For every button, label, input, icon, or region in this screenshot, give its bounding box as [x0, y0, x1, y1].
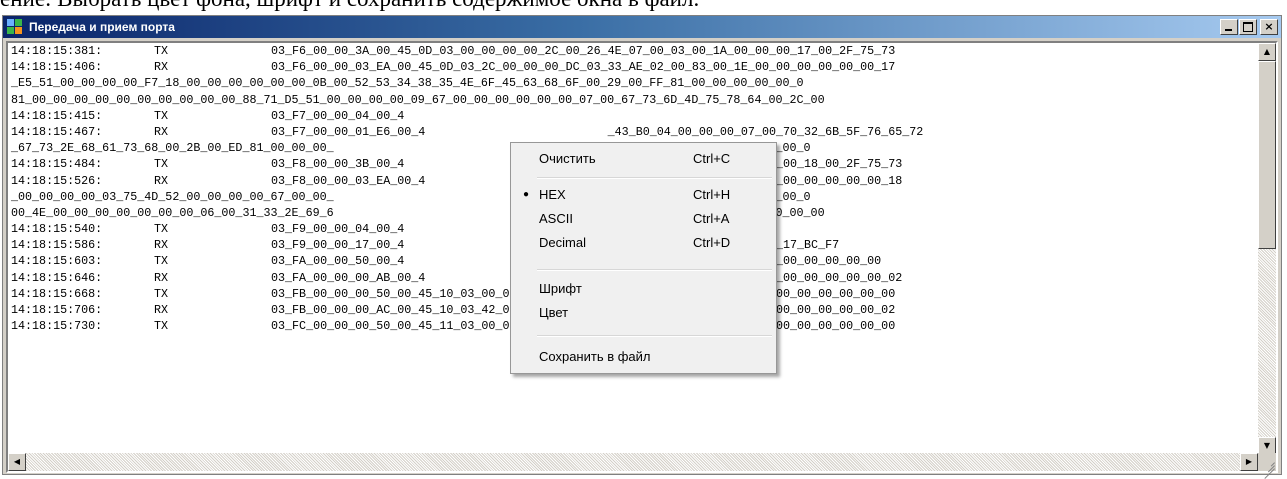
log-bytes: 03_F7_00_00_01_E6_00_4 _43_B0_04_00_00_0…: [271, 124, 924, 139]
menu-item-shortcut: Ctrl+A: [693, 211, 730, 226]
log-bytes: 81_00_00_00_00_00_00_00_00_00_00_88_71_D…: [11, 92, 825, 107]
log-timestamp: 14:18:15:540:: [11, 222, 103, 237]
menu-item-label: Сохранить в файл: [539, 349, 651, 364]
log-timestamp: 14:18:15:646:: [11, 270, 103, 285]
menu-item-color[interactable]: Цвет: [513, 301, 772, 325]
log-continuation: _E5_51_00_00_00_00_F7_18_00_00_00_00_00_…: [8, 75, 1258, 91]
menu-item-label: ASCII: [539, 211, 573, 226]
scroll-right-button[interactable]: ▶: [1240, 453, 1258, 471]
menu-item-label: Очистить: [539, 151, 596, 166]
log-bytes: 03_F6_00_00_03_EA_00_45_0D_03_2C_00_00_0…: [271, 60, 896, 75]
close-icon: ×: [1264, 20, 1274, 33]
log-direction: RX: [154, 173, 169, 188]
scroll-thumb[interactable]: [1258, 61, 1276, 249]
menu-item-label: Цвет: [539, 305, 569, 320]
close-button[interactable]: ×: [1260, 19, 1278, 35]
log-direction: TX: [154, 222, 169, 237]
log-timestamp: 14:18:15:706:: [11, 303, 103, 317]
window-title: Передача и прием порта: [29, 20, 175, 34]
log-direction: TX: [154, 319, 169, 334]
log-timestamp: 14:18:15:730:: [11, 319, 103, 334]
document-caption: ение: Выбрать цвет фона, шрифт и сохрани…: [0, 0, 1287, 11]
log-entry: 14:18:15:415: TX 03_F7_00_00_04_00_4: [8, 108, 1258, 124]
menu-item-ascii[interactable]: ASCII Ctrl+A: [513, 207, 772, 231]
vertical-scrollbar[interactable]: ▲ ▼: [1258, 43, 1276, 455]
menu-item-label: Decimal: [539, 235, 586, 250]
log-timestamp: 14:18:15:603:: [11, 254, 103, 269]
log-timestamp: 14:18:15:467:: [11, 124, 103, 139]
menu-separator: [537, 177, 772, 179]
log-timestamp: 14:18:15:406:: [11, 60, 103, 75]
menu-item-clear[interactable]: Очистить Ctrl+C: [513, 147, 772, 171]
log-timestamp: 14:18:15:415:: [11, 108, 103, 123]
log-timestamp: 14:18:15:484:: [11, 157, 103, 172]
menu-item-shortcut: Ctrl+C: [693, 151, 731, 166]
log-entry: 14:18:15:381: TX 03_F6_00_00_3A_00_45_0D_0…: [8, 43, 1258, 59]
log-timestamp: 14:18:15:586:: [11, 238, 103, 253]
log-direction: RX: [154, 270, 169, 285]
log-direction: TX: [154, 108, 169, 123]
log-entry: 14:18:15:406: RX 03_F6_00_00_03_EA_00_45_0…: [8, 59, 1258, 75]
maximize-button[interactable]: [1239, 19, 1257, 35]
resize-grip[interactable]: [1258, 453, 1276, 479]
title-bar[interactable]: Передача и прием порта ×: [3, 16, 1281, 38]
scroll-up-button[interactable]: ▲: [1258, 43, 1276, 61]
menu-item-label: Шрифт: [539, 281, 582, 296]
log-bytes: 03_F7_00_00_04_00_4: [271, 108, 405, 123]
menu-item-hex[interactable]: ● HEX Ctrl+H: [513, 183, 772, 207]
log-bytes: 03_F9_00_00_04_00_4: [271, 222, 405, 237]
menu-item-decimal[interactable]: Decimal Ctrl+D: [513, 231, 772, 255]
menu-separator: [537, 269, 772, 271]
menu-item-save-to-file[interactable]: Сохранить в файл: [513, 345, 772, 369]
log-direction: TX: [154, 286, 169, 301]
log-direction: TX: [154, 44, 169, 58]
log-bytes: 03_F6_00_00_3A_00_45_0D_03_00_00_00_00_2…: [271, 44, 896, 58]
radio-bullet-icon: ●: [523, 189, 530, 200]
caption-buttons: ×: [1219, 19, 1278, 35]
log-direction: TX: [154, 157, 169, 172]
menu-item-shortcut: Ctrl+D: [693, 235, 731, 250]
arrow-right-icon: ▶: [1245, 457, 1253, 466]
log-direction: RX: [154, 303, 169, 317]
log-direction: RX: [154, 60, 169, 75]
scroll-left-button[interactable]: ◀: [8, 453, 26, 471]
minimize-button[interactable]: [1220, 19, 1238, 35]
log-bytes: _E5_51_00_00_00_00_F7_18_00_00_00_00_00_…: [11, 76, 804, 91]
log-direction: TX: [154, 254, 169, 269]
context-menu: Очистить Ctrl+C ● HEX Ctrl+H ASCII Ctrl+A Decim…: [510, 142, 777, 374]
log-entry: 14:18:15:467: RX 03_F7_00_00_01_E6_00_4 _4…: [8, 124, 1258, 140]
log-direction: RX: [154, 238, 169, 253]
menu-separator: [537, 335, 772, 337]
menu-item-shortcut: Ctrl+H: [693, 187, 731, 202]
log-timestamp: 14:18:15:668:: [11, 286, 103, 301]
menu-item-font[interactable]: Шрифт: [513, 277, 772, 301]
arrow-left-icon: ◀: [13, 457, 21, 466]
log-continuation: 81_00_00_00_00_00_00_00_00_00_00_88_71_D…: [8, 92, 1258, 108]
log-direction: RX: [154, 124, 169, 139]
horizontal-scrollbar[interactable]: ◀ ▶: [8, 453, 1258, 471]
minimize-icon: [1225, 29, 1232, 31]
menu-item-label: HEX: [539, 187, 566, 202]
app-icon: [7, 19, 23, 35]
arrow-down-icon: ▼: [1263, 441, 1271, 450]
log-timestamp: 14:18:15:526:: [11, 173, 103, 188]
arrow-up-icon: ▲: [1263, 47, 1271, 56]
maximize-icon: [1243, 22, 1253, 32]
log-timestamp: 14:18:15:381:: [11, 44, 103, 58]
